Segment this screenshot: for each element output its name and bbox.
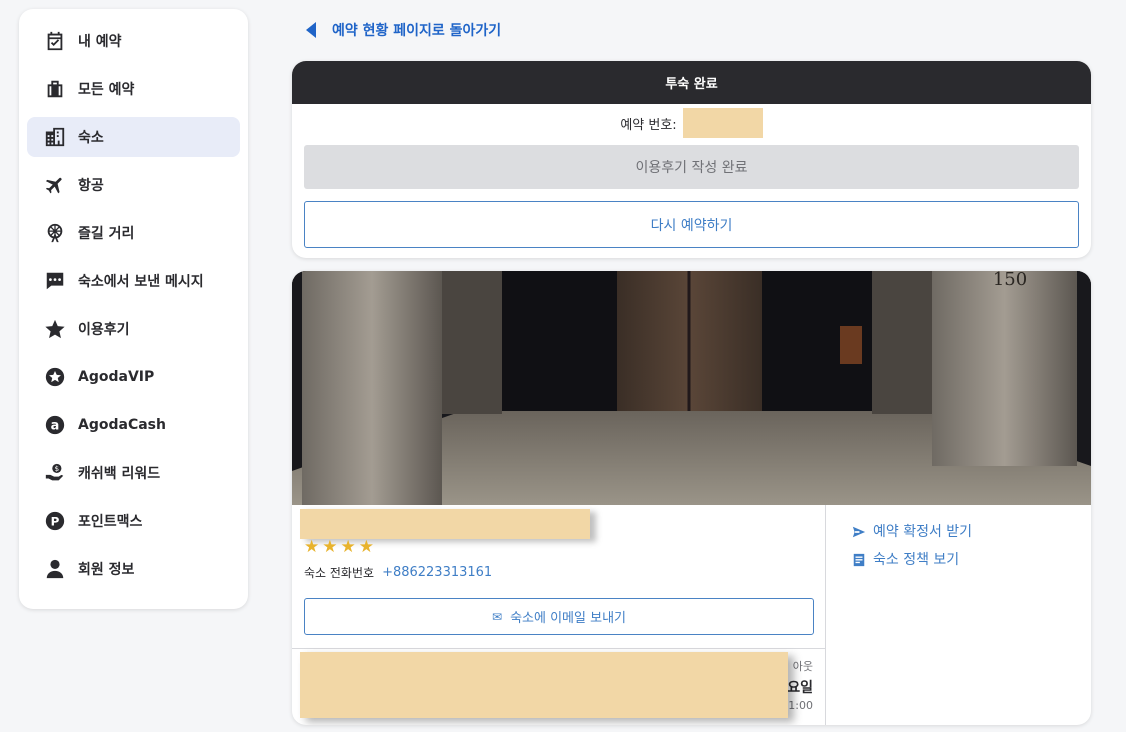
- sidebar-item-all-bookings[interactable]: 모든 예약: [27, 69, 240, 109]
- star-icon: ★: [304, 537, 320, 557]
- sidebar-item-my-bookings[interactable]: 내 예약: [27, 21, 240, 61]
- divider: [292, 648, 826, 649]
- star-icon: ★: [340, 537, 356, 557]
- property-actions-panel: 예약 확정서 받기 숙소 정책 보기: [827, 505, 1091, 725]
- sidebar-item-pointsmax[interactable]: P 포인트맥스: [27, 501, 240, 541]
- envelope-icon: ✉: [492, 609, 503, 624]
- sidebar: 내 예약 모든 예약 숙소 항공 즐길 거리 숙소에서 보낸 메시지 이용후기 …: [19, 9, 248, 609]
- star-icon: ★: [322, 537, 338, 557]
- stay-dates-redacted: [300, 652, 788, 718]
- message-icon: [44, 270, 66, 292]
- sidebar-item-flights[interactable]: 항공: [27, 165, 240, 205]
- sidebar-item-label: 숙소에서 보낸 메시지: [78, 274, 204, 290]
- sidebar-item-label: 캐쉬백 리워드: [78, 466, 161, 482]
- email-button-label: 숙소에 이메일 보내기: [510, 611, 626, 626]
- booking-number-row: 예약 번호:: [292, 104, 1091, 142]
- pointsmax-icon: P: [44, 510, 66, 532]
- building-number-sign: 150: [993, 271, 1027, 290]
- airplane-icon: [44, 174, 66, 196]
- get-confirmation-link[interactable]: 예약 확정서 받기: [852, 521, 972, 541]
- sidebar-item-label: 항공: [78, 178, 104, 194]
- property-card: 150 ★ ★ ★ ★ 숙소 전화번호 +886223313161 ✉ 숙소에 …: [292, 271, 1091, 725]
- calendar-check-icon: [44, 30, 66, 52]
- ferris-wheel-icon: [44, 222, 66, 244]
- booking-status-card: 투숙 완료 예약 번호: 이용후기 작성 완료 다시 예약하기: [292, 61, 1091, 258]
- sidebar-item-label: AgodaVIP: [78, 369, 155, 385]
- back-arrow-icon: [306, 22, 316, 38]
- sidebar-item-accommodation[interactable]: 숙소: [27, 117, 240, 157]
- property-photo: 150: [292, 271, 1091, 505]
- buildings-icon: [44, 126, 66, 148]
- sidebar-item-cashback[interactable]: $ 캐쉬백 리워드: [27, 453, 240, 493]
- agoda-cash-icon: a: [44, 414, 66, 436]
- vip-star-icon: [44, 366, 66, 388]
- status-title: 투숙 완료: [292, 61, 1091, 104]
- star-icon: ★: [358, 537, 374, 557]
- sidebar-item-label: AgodaCash: [78, 417, 166, 433]
- sidebar-item-agodavip[interactable]: AgodaVIP: [27, 357, 240, 397]
- sidebar-item-label: 모든 예약: [78, 82, 135, 98]
- phone-label: 숙소 전화번호: [304, 566, 375, 580]
- sidebar-item-label: 즐길 거리: [78, 226, 135, 242]
- sidebar-item-agodacash[interactable]: a AgodaCash: [27, 405, 240, 445]
- view-policy-link[interactable]: 숙소 정책 보기: [852, 549, 959, 569]
- sidebar-item-activities[interactable]: 즐길 거리: [27, 213, 240, 253]
- review-completed-button: 이용후기 작성 완료: [304, 145, 1079, 189]
- phone-number-link[interactable]: +886223313161: [382, 565, 492, 580]
- property-info-panel: ★ ★ ★ ★ 숙소 전화번호 +886223313161 ✉ 숙소에 이메일 …: [292, 505, 826, 725]
- sidebar-item-label: 이용후기: [78, 322, 130, 338]
- cashback-icon: $: [44, 462, 66, 484]
- sidebar-item-member-info[interactable]: 회원 정보: [27, 549, 240, 589]
- svg-text:$: $: [54, 464, 59, 473]
- send-icon: [852, 524, 866, 538]
- booking-number-label: 예약 번호:: [620, 117, 677, 133]
- sidebar-item-reviews[interactable]: 이용후기: [27, 309, 240, 349]
- email-property-button[interactable]: ✉ 숙소에 이메일 보내기: [304, 598, 814, 635]
- booking-number-redacted: [682, 108, 763, 138]
- sidebar-item-label: 포인트맥스: [78, 514, 143, 530]
- luggage-icon: [44, 78, 66, 100]
- sidebar-item-label: 숙소: [78, 130, 104, 146]
- star-icon: [44, 318, 66, 340]
- document-icon: [852, 552, 866, 567]
- policy-link-label: 숙소 정책 보기: [873, 552, 960, 568]
- property-phone-row: 숙소 전화번호 +886223313161: [304, 564, 492, 581]
- sidebar-item-property-messages[interactable]: 숙소에서 보낸 메시지: [27, 261, 240, 301]
- svg-text:a: a: [51, 419, 60, 434]
- back-to-bookings-link[interactable]: 예약 현황 페이지로 돌아가기: [306, 20, 501, 40]
- sidebar-item-label: 내 예약: [78, 34, 122, 50]
- back-link-label: 예약 현황 페이지로 돌아가기: [332, 23, 502, 39]
- book-again-button[interactable]: 다시 예약하기: [304, 201, 1079, 248]
- property-name-redacted: [300, 509, 590, 539]
- star-rating: ★ ★ ★ ★: [304, 537, 377, 557]
- person-icon: [44, 558, 66, 580]
- confirmation-link-label: 예약 확정서 받기: [873, 524, 973, 540]
- svg-text:P: P: [51, 515, 60, 529]
- sidebar-item-label: 회원 정보: [78, 562, 135, 578]
